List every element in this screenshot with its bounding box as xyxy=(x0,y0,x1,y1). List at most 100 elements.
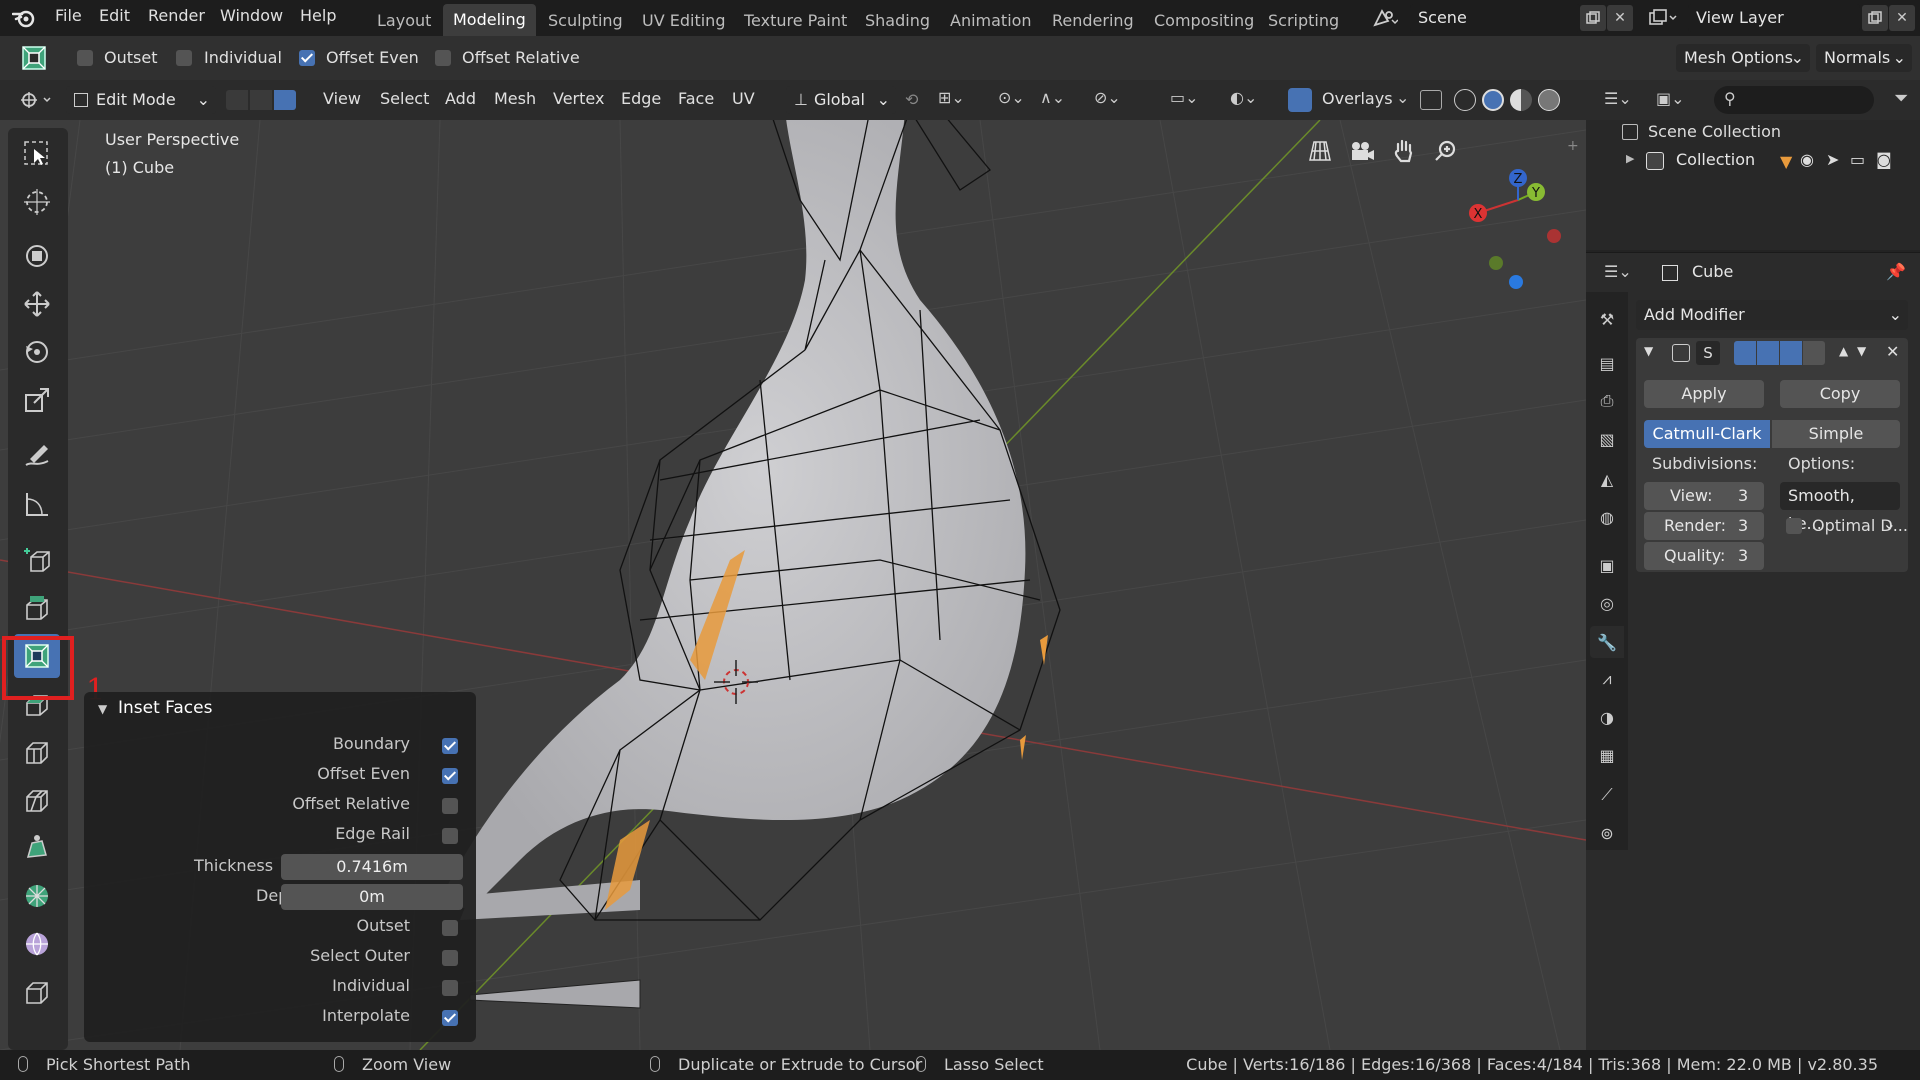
add-modifier-dropdown[interactable]: Add Modifier ⌄ xyxy=(1636,300,1908,330)
grid-view-icon[interactable] xyxy=(1305,136,1335,166)
new-scene-button[interactable] xyxy=(1580,5,1606,31)
pivot-icon[interactable]: ⟲ xyxy=(905,90,918,109)
render-camera-icon[interactable]: ◙ xyxy=(1876,150,1892,169)
sidebar-toggle-icon[interactable]: + xyxy=(1567,138,1579,154)
poly-build-tool-icon[interactable] xyxy=(14,826,60,870)
modifier-name-field[interactable]: S xyxy=(1696,341,1720,365)
particles-tab-icon[interactable]: ⟋ xyxy=(1594,782,1620,808)
menu-window[interactable]: Window xyxy=(220,6,283,25)
object-tab-icon[interactable]: ▣ xyxy=(1594,552,1620,578)
simple-button[interactable]: Simple xyxy=(1772,420,1900,448)
tool-tab-icon[interactable]: ⚒ xyxy=(1594,306,1620,332)
tab-shading[interactable]: Shading xyxy=(855,6,940,36)
knife-tool-icon[interactable] xyxy=(14,778,60,822)
apply-button[interactable]: Apply xyxy=(1644,380,1764,408)
chevron-down-icon[interactable]: ⌄ xyxy=(1396,88,1409,107)
menu-select[interactable]: Select xyxy=(380,89,429,108)
offset-even-checkbox[interactable] xyxy=(299,50,315,66)
move-down-icon[interactable]: ▼ xyxy=(1857,344,1866,358)
menu-face[interactable]: Face xyxy=(678,89,714,108)
face-select-icon[interactable] xyxy=(274,90,296,110)
menu-edge[interactable]: Edge xyxy=(621,89,661,108)
visibility-icon[interactable]: ▭⌄ xyxy=(1170,88,1199,107)
offset-relative-checkbox[interactable] xyxy=(435,50,451,66)
inset-faces-tool-icon[interactable] xyxy=(21,45,47,75)
offset-even-checkbox[interactable] xyxy=(442,768,458,784)
view-layer-field[interactable]: View Layer xyxy=(1688,4,1860,32)
menu-add[interactable]: Add xyxy=(445,89,476,108)
world-tab-icon[interactable]: ◍ xyxy=(1594,504,1620,530)
pan-hand-icon[interactable] xyxy=(1389,136,1419,166)
menu-view[interactable]: View xyxy=(323,89,361,108)
constraints-tab-icon[interactable]: ⊚ xyxy=(1594,820,1620,846)
tab-layout[interactable]: Layout xyxy=(367,6,441,36)
cage-toggle-icon[interactable] xyxy=(1803,341,1825,365)
move-up-icon[interactable]: ▲ xyxy=(1839,344,1848,358)
edge-select-icon[interactable] xyxy=(250,90,272,110)
proportional-edit-icon[interactable]: ⊙⌄ xyxy=(998,88,1025,107)
wireframe-shading-icon[interactable] xyxy=(1454,89,1476,111)
rendered-shading-icon[interactable] xyxy=(1538,89,1560,111)
individual-checkbox[interactable] xyxy=(176,50,192,66)
menu-edit[interactable]: Edit xyxy=(99,6,130,25)
scene-selector-icon[interactable] xyxy=(1372,7,1399,29)
vertex-select-icon[interactable] xyxy=(226,90,248,110)
menu-render[interactable]: Render xyxy=(148,6,205,25)
tab-sculpting[interactable]: Sculpting xyxy=(538,6,633,36)
scene-collection-label[interactable]: Scene Collection xyxy=(1648,122,1781,141)
pin-icon[interactable]: 📌 xyxy=(1886,262,1906,281)
view-layer-tab-icon[interactable]: ▧ xyxy=(1594,426,1620,452)
add-cube-tool-icon[interactable] xyxy=(14,538,60,582)
measure-tool-icon[interactable] xyxy=(14,482,60,526)
operator-title[interactable]: Inset Faces xyxy=(118,698,212,718)
loop-cut-tool-icon[interactable] xyxy=(14,730,60,774)
overlays-icon[interactable] xyxy=(1288,88,1312,112)
optimal-display-checkbox[interactable] xyxy=(1786,518,1802,534)
select-outer-checkbox[interactable] xyxy=(442,950,458,966)
mode-dropdown[interactable]: Edit Mode ⌄ xyxy=(66,86,216,114)
physics-tab-icon[interactable]: ◎ xyxy=(1594,590,1620,616)
individual-checkbox[interactable] xyxy=(442,980,458,996)
thickness-field[interactable]: 0.7416m xyxy=(281,854,463,880)
transform-tool-icon[interactable] xyxy=(14,234,60,278)
view-layer-icon[interactable] xyxy=(1648,8,1680,32)
tab-texture-paint[interactable]: Texture Paint xyxy=(734,6,857,36)
extrude-tool-icon[interactable] xyxy=(14,586,60,630)
data-tab-icon[interactable]: ⩘ xyxy=(1594,666,1620,692)
material-shading-icon[interactable] xyxy=(1510,89,1532,111)
menu-help[interactable]: Help xyxy=(300,6,336,25)
gizmo-icon[interactable]: ⊘⌄ xyxy=(1094,88,1121,107)
monitor-icon[interactable]: ▭ xyxy=(1850,150,1865,169)
tab-modeling[interactable]: Modeling xyxy=(443,4,536,36)
camera-view-icon[interactable] xyxy=(1347,136,1377,166)
menu-file[interactable]: File xyxy=(55,6,82,25)
depth-field[interactable]: 0m xyxy=(281,884,463,910)
scale-tool-icon[interactable] xyxy=(14,378,60,422)
catmull-clark-button[interactable]: Catmull-Clark xyxy=(1644,420,1770,448)
tab-uv-editing[interactable]: UV Editing xyxy=(632,6,735,36)
new-view-layer-button[interactable] xyxy=(1862,5,1888,31)
mesh-options-dropdown[interactable]: Mesh Options ⌄ xyxy=(1676,44,1810,72)
menu-mesh[interactable]: Mesh xyxy=(494,89,536,108)
collapse-modifier-icon[interactable]: ▼ xyxy=(1644,344,1653,358)
falloff-icon[interactable]: ∧⌄ xyxy=(1040,88,1065,107)
expand-arrow-icon[interactable]: ▶ xyxy=(1626,152,1634,165)
tab-rendering[interactable]: Rendering xyxy=(1042,6,1144,36)
select-arrow-icon[interactable]: ➤ xyxy=(1826,150,1839,169)
select-box-tool-icon[interactable] xyxy=(14,132,60,176)
edge-rail-checkbox[interactable] xyxy=(442,828,458,844)
render-toggle-icon[interactable] xyxy=(1780,341,1802,365)
interpolate-checkbox[interactable] xyxy=(442,1010,458,1026)
menu-vertex[interactable]: Vertex xyxy=(553,89,604,108)
eye-icon[interactable]: ◉ xyxy=(1800,150,1814,169)
move-tool-icon[interactable] xyxy=(14,282,60,326)
normals-dropdown[interactable]: Normals ⌄ xyxy=(1816,44,1912,72)
tab-compositing[interactable]: Compositing xyxy=(1144,6,1264,36)
viewport-gizmo-icon[interactable]: ◐⌄ xyxy=(1230,88,1257,107)
collapse-panel-icon[interactable]: ▼ xyxy=(98,702,107,716)
edge-slide-tool-icon[interactable] xyxy=(14,970,60,1014)
display-mode-icon[interactable]: ▣⌄ xyxy=(1656,89,1685,108)
quality-field[interactable]: Quality: 3 xyxy=(1644,542,1764,570)
cursor-tool-icon[interactable] xyxy=(14,180,60,224)
outliner-search-input[interactable]: ⚲ xyxy=(1714,86,1874,114)
